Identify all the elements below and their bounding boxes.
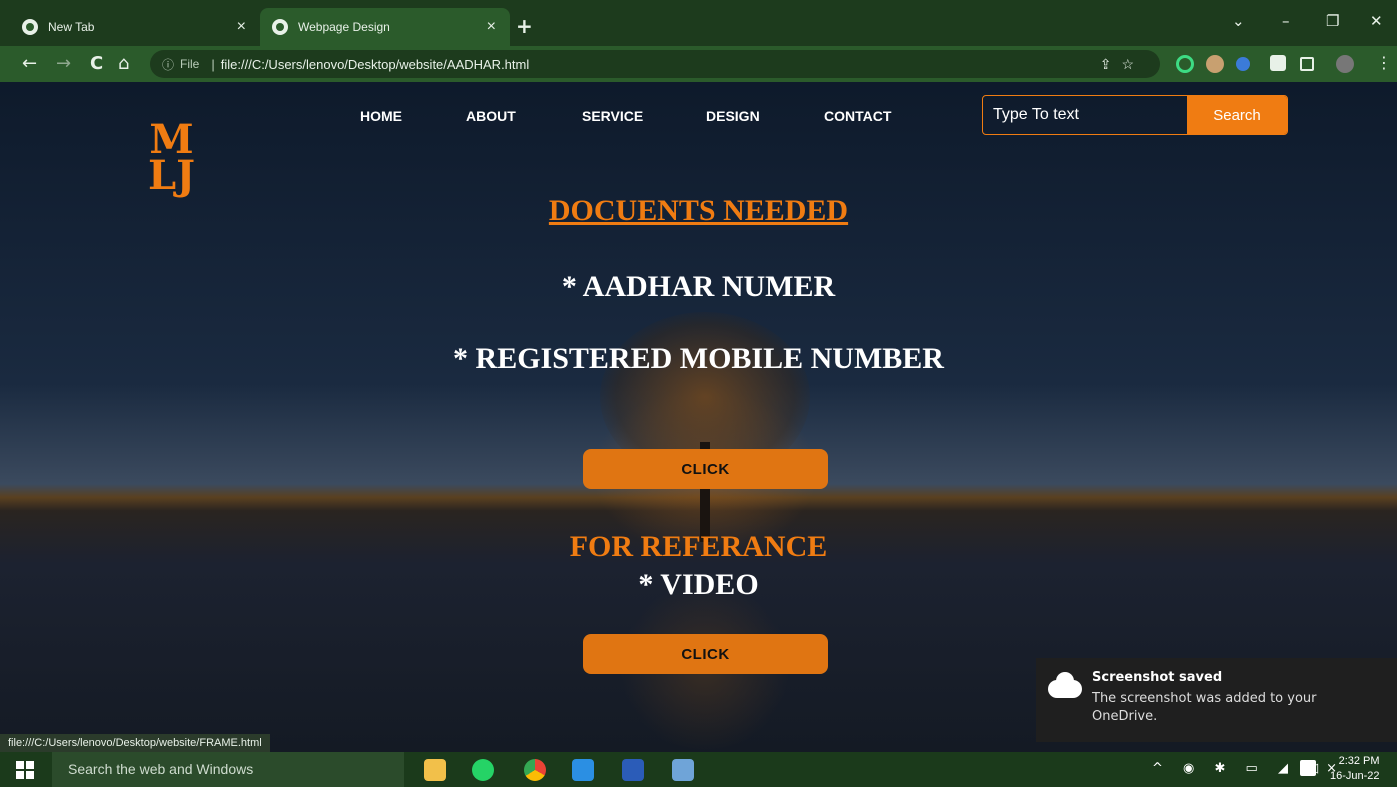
video-item: * VIDEO (638, 568, 759, 601)
chrome-icon (22, 19, 38, 35)
onedrive-notification[interactable]: Screenshot saved The screenshot was adde… (1036, 658, 1397, 742)
tab-webpage-design[interactable]: Webpage Design × (260, 8, 510, 46)
new-tab-button[interactable]: + (516, 14, 533, 38)
browser-toolbar: ← → C ⌂ ⓘ File | file:///C:/Users/lenovo… (0, 46, 1397, 82)
back-button[interactable]: ← (22, 53, 37, 74)
windows-start-icon[interactable] (16, 761, 34, 779)
grammarly-icon[interactable] (1176, 55, 1194, 73)
chrome-taskbar-icon[interactable] (524, 759, 546, 781)
nav-design[interactable]: DESIGN (706, 108, 760, 124)
search-form: Search (982, 95, 1288, 135)
action-center-icon[interactable] (1300, 760, 1316, 776)
chrome-icon (272, 19, 288, 35)
address-bar[interactable]: ⓘ File | file:///C:/Users/lenovo/Desktop… (150, 50, 1160, 78)
vscode-icon[interactable] (572, 759, 594, 781)
cloud-icon (1048, 672, 1082, 698)
close-icon[interactable]: × (487, 18, 496, 36)
tab-label: New Tab (48, 20, 95, 34)
minimize-button[interactable]: – (1282, 12, 1290, 30)
notification-body: The screenshot was added to your OneDriv… (1092, 691, 1317, 724)
close-window-button[interactable]: ✕ (1370, 12, 1383, 30)
tab-new-tab[interactable]: New Tab × (10, 8, 260, 46)
system-tray-icons[interactable]: ^ ◉ ✱ ▭ ◢ ◁× (1152, 761, 1345, 776)
menu-icon[interactable]: ⋮ (1376, 53, 1392, 72)
nav-home[interactable]: HOME (360, 108, 402, 124)
reload-button[interactable]: C (90, 53, 103, 74)
status-bar-url: file:///C:/Users/lenovo/Desktop/website/… (0, 734, 270, 754)
browser-tab-strip: New Tab × Webpage Design × + ⌄ – ❐ ✕ (0, 0, 1397, 46)
clock-date: 16-Jun-22 (1330, 770, 1380, 782)
share-bookmark-icons[interactable]: ⇪☆ (1100, 56, 1144, 73)
url-text[interactable]: file:///C:/Users/lenovo/Desktop/website/… (221, 57, 530, 72)
site-info-icon[interactable]: ⓘ (162, 56, 174, 73)
file-explorer-icon[interactable] (424, 759, 446, 781)
reference-heading: FOR REFERANCE (569, 530, 828, 563)
tab-label: Webpage Design (298, 20, 390, 34)
click-button-2[interactable]: CLICK (583, 634, 828, 674)
search-button[interactable]: Search (1187, 96, 1287, 134)
nav-contact[interactable]: CONTACT (824, 108, 891, 124)
profile-avatar[interactable] (1336, 55, 1354, 73)
taskbar-search-box[interactable]: Search the web and Windows (52, 752, 404, 787)
search-input[interactable] (983, 96, 1187, 134)
page-viewport: M LJ HOME ABOUT SERVICE DESIGN CONTACT S… (0, 82, 1397, 752)
nav-about[interactable]: ABOUT (466, 108, 516, 124)
logo-line-2: LJ (148, 152, 196, 199)
notification-title: Screenshot saved (1092, 670, 1223, 685)
site-logo[interactable]: M LJ (148, 120, 196, 199)
close-icon[interactable]: × (237, 18, 246, 36)
puzzle-icon[interactable] (1270, 55, 1286, 71)
notes-app-icon[interactable] (672, 759, 694, 781)
separator: | (211, 56, 215, 72)
windows-taskbar: Search the web and Windows ^ ◉ ✱ ▭ ◢ ◁× … (0, 752, 1397, 787)
tab-search-icon[interactable]: ⌄ (1232, 12, 1245, 30)
audio-extension-icon[interactable] (1236, 57, 1250, 71)
whatsapp-icon[interactable] (472, 759, 494, 781)
mobile-number-item: * REGISTERED MOBILE NUMBER (453, 342, 944, 375)
home-button[interactable]: ⌂ (118, 53, 129, 74)
nav-service[interactable]: SERVICE (582, 108, 643, 124)
word-icon[interactable] (622, 759, 644, 781)
click-button-1[interactable]: CLICK (583, 449, 828, 489)
maximize-button[interactable]: ❐ (1326, 12, 1339, 30)
extension-icon[interactable] (1206, 55, 1224, 73)
clock-time: 2:32 PM (1338, 755, 1380, 767)
taskbar-clock[interactable]: 2:32 PM 16-Jun-22 (1330, 754, 1380, 784)
scheme-label: File (180, 57, 200, 71)
aadhar-number-item: * AADHAR NUMER (561, 270, 836, 303)
documents-heading: DOCUENTS NEEDED (548, 194, 849, 227)
side-panel-icon[interactable] (1300, 57, 1314, 71)
forward-button[interactable]: → (56, 53, 71, 74)
